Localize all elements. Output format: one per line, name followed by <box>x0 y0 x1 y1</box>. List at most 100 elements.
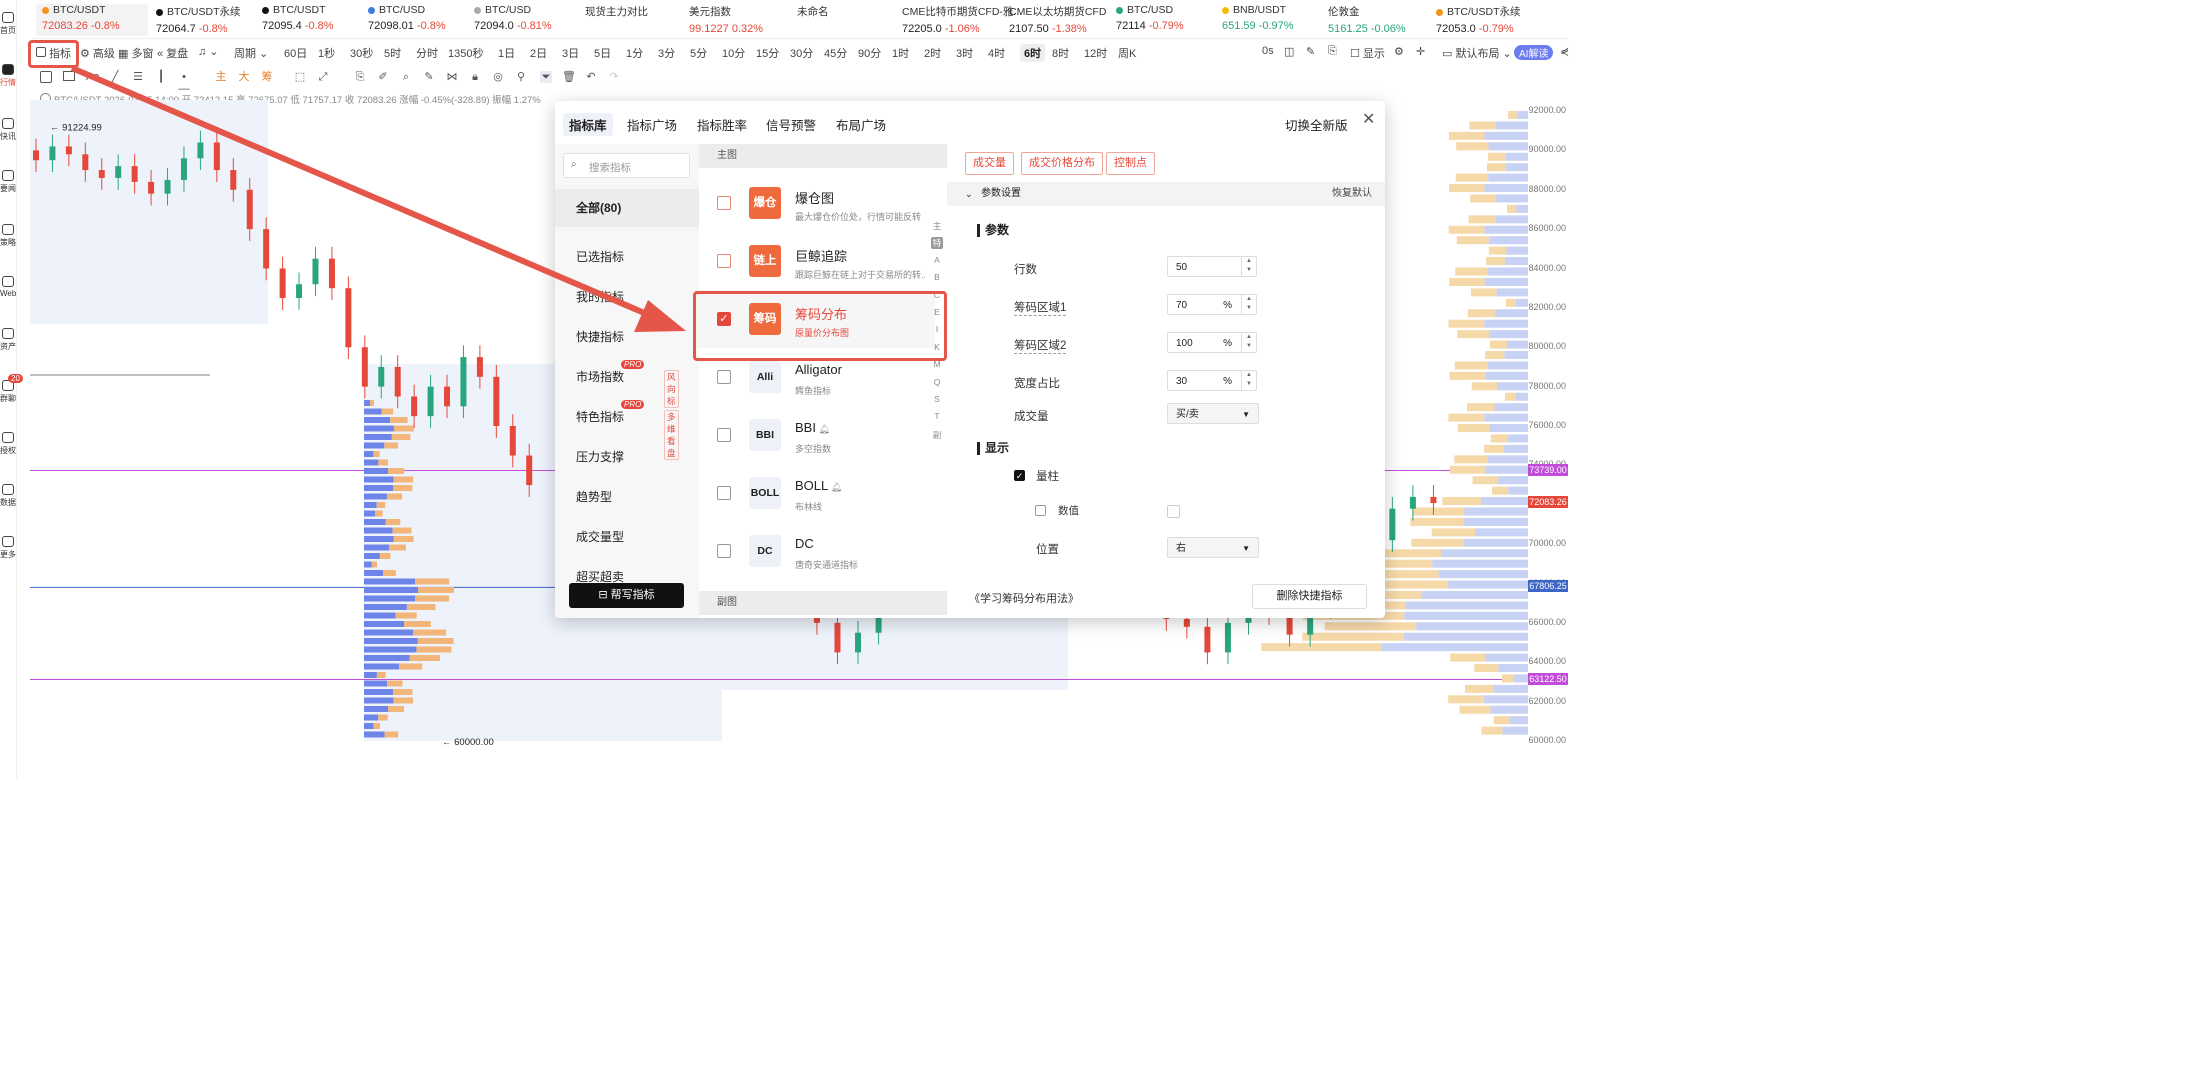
sidebar-item-9[interactable]: 数据 <box>0 484 16 508</box>
undo-icon[interactable]: ↶ <box>585 71 597 83</box>
alpha-index-item[interactable]: 特 <box>931 237 943 250</box>
sidebar-item-3[interactable]: 要闻 <box>0 170 16 194</box>
nav-item-0[interactable]: 全部(80) <box>555 189 699 227</box>
advanced-button[interactable]: ⚙ 高级 <box>80 45 115 61</box>
alpha-index-item[interactable]: T <box>931 411 943 421</box>
nav-item-6[interactable]: 压力支撑 <box>576 448 624 465</box>
replay-button[interactable]: « 复盘 <box>157 45 188 61</box>
interval-14[interactable]: 15分 <box>756 45 779 61</box>
close-icon[interactable]: ✕ <box>1362 109 1375 129</box>
tab-signal-alert[interactable]: 信号预警 <box>766 115 816 134</box>
volume-button[interactable]: 成交量 <box>965 152 1014 175</box>
interval-12[interactable]: 5分 <box>690 45 707 61</box>
ticker-tab[interactable]: BTC/USDT永续 72053.0 -0.79% <box>1436 4 1521 36</box>
interval-13[interactable]: 10分 <box>722 45 745 61</box>
rectangle-tool-icon[interactable] <box>63 71 75 81</box>
brush-icon[interactable]: ✎ <box>423 71 435 83</box>
mark-chip[interactable]: 筹 <box>261 71 273 83</box>
sidebar-item-6[interactable]: 资产 <box>0 328 16 352</box>
bell-icon[interactable]: 🔔︎ <box>828 482 842 492</box>
filter-icon[interactable]: ⏷ <box>540 71 552 83</box>
stepper-icon[interactable]: ▲ ▼ <box>1241 295 1256 314</box>
stepper-icon[interactable]: ▲ ▼ <box>1241 371 1256 390</box>
mark-main[interactable]: 主 <box>215 71 227 83</box>
param-input[interactable]: 100% ▲ ▼ <box>1167 332 1257 353</box>
ticker-tab[interactable]: BNB/USDT 651.59 -0.97% <box>1222 4 1294 36</box>
mark-big[interactable]: 大 <box>238 71 250 83</box>
alpha-index-item[interactable]: 主 <box>931 220 943 232</box>
control-point-button[interactable]: 控制点 <box>1106 152 1155 175</box>
ticker-tab[interactable]: BTC/USDT 72095.4 -0.8% <box>262 4 334 36</box>
interval-19[interactable]: 2时 <box>924 45 941 61</box>
param-input[interactable]: 30% ▲ ▼ <box>1167 370 1257 391</box>
interval-6[interactable]: 1日 <box>498 45 515 61</box>
sidebar-item-10[interactable]: 更多 <box>0 536 16 560</box>
crosshair-icon[interactable]: ✛ <box>1416 45 1425 58</box>
nav-item-1[interactable]: 已选指标 <box>576 248 624 265</box>
indicator-item[interactable]: 爆仓 爆仓图 最大爆仓价位处，行情可能反转 <box>699 174 935 232</box>
link-icon[interactable]: ⚲ <box>515 71 527 83</box>
edit-icon[interactable]: ✎ <box>1306 45 1315 58</box>
sidebar-item-5[interactable]: Web3 <box>0 276 16 298</box>
nav-item-5[interactable]: 特色指标 PRO 多维看盘 <box>576 400 679 460</box>
share-icon[interactable]: ⋞ <box>1560 45 1569 58</box>
eye-icon[interactable]: ◎ <box>492 71 504 83</box>
trash-icon[interactable]: 🗑︎ <box>562 71 576 83</box>
ticker-tab[interactable]: CME比特币期货CFD-雅... 72205.0 -1.06% <box>902 4 1022 36</box>
indicator-item[interactable]: BOLL BOLL 🔔︎ 布林线 <box>699 464 935 522</box>
alpha-index-item[interactable]: Q <box>931 377 943 387</box>
alpha-index-item[interactable]: A <box>931 255 943 265</box>
interval-1[interactable]: 1秒 <box>318 45 335 61</box>
zoom-icon[interactable]: ⌕ <box>400 71 412 83</box>
indicator-checkbox[interactable] <box>717 196 731 210</box>
ticker-tab[interactable]: 未命名 <box>797 4 829 36</box>
multi-window-button[interactable]: ▦ 多窗 <box>118 45 153 61</box>
interval-21[interactable]: 4时 <box>988 45 1005 61</box>
switch-new-version[interactable]: 切换全新版 <box>1285 115 1348 134</box>
magnet-icon[interactable]: ⬚ <box>294 71 306 83</box>
parallel-lines-icon[interactable]: ☰ <box>132 71 144 83</box>
interval-22[interactable]: 6时 <box>1020 44 1046 62</box>
ticker-tab[interactable]: CME以太坊期货CFD 2107.50 -1.38% <box>1009 4 1106 36</box>
interval-18[interactable]: 1时 <box>892 45 909 61</box>
interval-2[interactable]: 30秒 <box>350 45 373 61</box>
interval-7[interactable]: 2日 <box>530 45 547 61</box>
nav-item-3[interactable]: 快捷指标 <box>576 328 624 345</box>
ticker-tab[interactable]: 现货主力对比 <box>585 4 648 36</box>
nav-item-4[interactable]: 市场指数 PRO 风向标 <box>576 360 679 408</box>
tab-indicator-winrate[interactable]: 指标胜率 <box>697 115 747 134</box>
tab-indicator-library[interactable]: 指标库 <box>563 113 613 136</box>
expand-icon[interactable] <box>40 71 52 83</box>
restore-default-button[interactable]: 恢复默认 <box>1332 182 1372 206</box>
vertical-line-icon[interactable]: ┃ <box>155 71 167 83</box>
delete-shortcut-button[interactable]: 删除快捷指标 <box>1252 584 1367 609</box>
ticker-tab[interactable]: BTC/USD 72094.0 -0.81% <box>474 4 552 36</box>
interval-5[interactable]: 1350秒 <box>448 45 483 61</box>
sidebar-item-0[interactable]: 首页 <box>0 12 16 36</box>
interval-25[interactable]: 周K <box>1118 45 1136 61</box>
tab-indicator-square[interactable]: 指标广场 <box>627 115 677 134</box>
chart-type-button[interactable]: ♫ ⌄ <box>198 45 219 58</box>
period-dropdown[interactable]: 周期 ⌄ <box>234 45 268 61</box>
stepper-icon[interactable]: ▲ ▼ <box>1241 333 1256 352</box>
ticker-tab[interactable]: BTC/USD 72114 -0.79% <box>1116 4 1184 36</box>
bell-icon[interactable]: 🔔︎ <box>816 424 829 434</box>
copy-icon[interactable]: ⎘ <box>1328 45 1337 58</box>
display-toggle[interactable]: ☐ 显示 <box>1350 45 1385 61</box>
measure-icon[interactable]: ⤢ <box>317 71 329 83</box>
ruler-icon[interactable]: ✐ <box>377 71 389 83</box>
interval-20[interactable]: 3时 <box>956 45 973 61</box>
write-indicator-button[interactable]: ⊟ 帮写指标 <box>569 583 684 608</box>
price-distribution-button[interactable]: 成交价格分布 <box>1021 152 1103 175</box>
search-input[interactable]: ⌕ 搜索指标 <box>563 153 690 178</box>
interval-15[interactable]: 30分 <box>790 45 813 61</box>
alpha-index-item[interactable]: B <box>931 272 943 282</box>
nav-item-2[interactable]: 我的指标 <box>576 288 624 305</box>
sidebar-item-7[interactable]: 群聊 20 <box>0 374 23 404</box>
ticker-tab[interactable]: 伦敦金 5161.25 -0.06% <box>1328 4 1406 36</box>
pattern-icon[interactable]: ⋈ <box>446 71 458 83</box>
interval-16[interactable]: 45分 <box>824 45 847 61</box>
settings-icon[interactable]: ⚙ <box>1394 45 1404 58</box>
interval-4[interactable]: 分时 <box>416 45 438 61</box>
interval-17[interactable]: 90分 <box>858 45 881 61</box>
